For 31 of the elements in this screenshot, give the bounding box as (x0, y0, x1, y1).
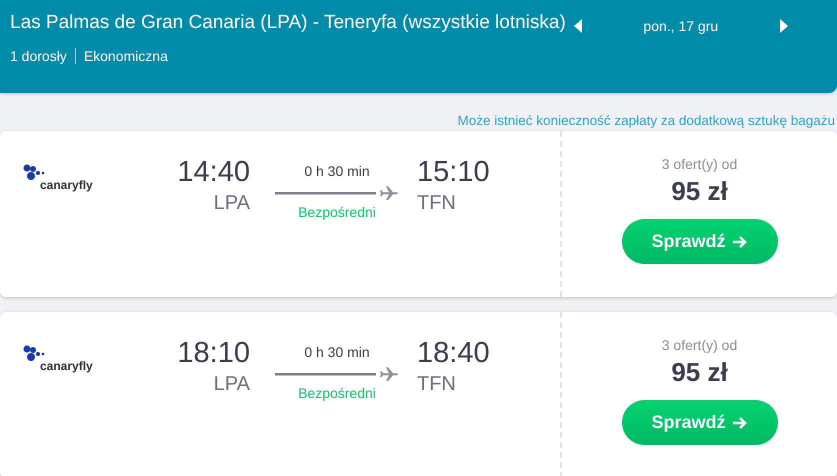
offers-count: 3 ofert(y) od (662, 156, 738, 172)
arrival-time: 18:40 (417, 337, 490, 370)
departure-airport: LPA (214, 192, 250, 215)
departure-time: 14:40 (177, 156, 250, 189)
arrival-airport: TFN (417, 192, 456, 215)
price: 95 zł (671, 357, 728, 388)
passengers-label: 1 dorosły (10, 48, 68, 64)
arrow-right-icon (732, 234, 748, 248)
date-label: pon., 17 gru (642, 18, 720, 34)
flight-path-icon (274, 186, 400, 200)
flight-duration: 0 h 30 min (304, 163, 370, 179)
departure-airport: LPA (214, 373, 250, 396)
price: 95 zł (671, 176, 728, 207)
arrival-airport: TFN (417, 373, 456, 396)
previous-icon[interactable] (574, 19, 583, 33)
arrival-time: 15:10 (417, 156, 490, 189)
flight-path-icon (274, 367, 400, 381)
stops-label: Bezpośredni (298, 204, 376, 220)
stops-label: Bezpośredni (298, 385, 376, 401)
check-button[interactable]: Sprawdź (622, 219, 778, 264)
route-title: Las Palmas de Gran Canaria (LPA) - Teneryfa (wszystkie lotniska) (10, 12, 566, 34)
arrow-right-icon (732, 416, 748, 430)
baggage-notice: Może istnieć konieczność zapłaty za dodatkową sztukę bagażu (456, 112, 836, 130)
check-button[interactable]: Sprawdź (622, 400, 778, 445)
cabin-label: Ekonomiczna (74, 48, 168, 64)
airline-name: canaryfly (40, 178, 94, 192)
departure-time: 18:10 (177, 337, 250, 370)
next-icon[interactable] (778, 19, 788, 33)
offers-count: 3 ofert(y) od (662, 337, 738, 353)
airline-name: canaryfly (40, 359, 94, 373)
flight-duration: 0 h 30 min (304, 344, 370, 360)
